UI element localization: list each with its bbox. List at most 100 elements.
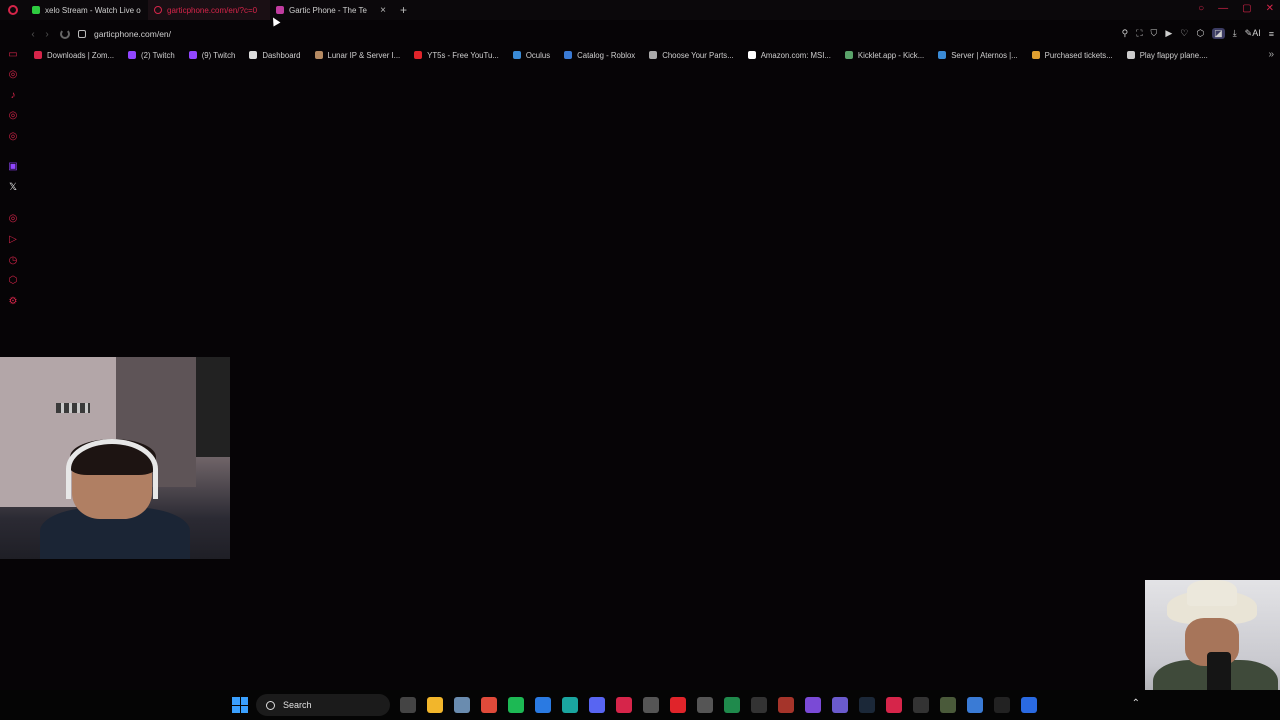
tray-chevron-icon[interactable]: ⌃	[1132, 698, 1140, 709]
opera-logo-icon[interactable]	[0, 0, 26, 20]
bookmark-favicon-icon	[1126, 51, 1135, 59]
taskbar-editor-icon[interactable]	[535, 697, 551, 713]
taskbar-widgets-icon[interactable]	[400, 697, 416, 713]
taskbar-discord-icon[interactable]	[589, 697, 605, 713]
taskbar-search[interactable]: Search	[256, 694, 390, 716]
bookmark-item[interactable]: Kicklet.app - Kick...	[844, 51, 924, 60]
bookmark-favicon-icon	[1031, 51, 1040, 59]
taskbar-app-blue-sq-icon[interactable]	[1021, 697, 1037, 713]
sidebar-music-icon[interactable]: ♪	[7, 89, 19, 101]
tab-title: garticphone.com/en/?c=0	[167, 5, 258, 15]
taskbar-chrome-icon[interactable]	[481, 697, 497, 713]
tab-bar: xelo Stream - Watch Live o garticphone.c…	[0, 0, 1280, 20]
bookmark-label: Dashboard	[262, 50, 301, 60]
taskbar-spotify-icon[interactable]	[508, 697, 524, 713]
bookmarks-more-icon[interactable]: »	[1268, 49, 1274, 60]
sidebar-extensions-icon[interactable]: ⬡	[7, 274, 19, 286]
taskbar-app-purple-icon[interactable]	[805, 697, 821, 713]
sidebar-player-2-icon[interactable]: ▷	[7, 233, 19, 245]
taskbar-app-teal-icon[interactable]	[562, 697, 578, 713]
webcam-picture-frames	[56, 403, 90, 413]
bookmark-item[interactable]: Play flappy plane....	[1126, 51, 1208, 60]
tab-garticphone-active[interactable]: garticphone.com/en/?c=0	[148, 0, 270, 20]
taskbar-excel-icon[interactable]	[724, 697, 740, 713]
snapshot-icon[interactable]: ⛶	[1136, 28, 1142, 39]
bookmark-item[interactable]: Purchased tickets...	[1031, 50, 1113, 60]
loading-icon	[154, 6, 162, 14]
aria-ai-icon[interactable]: ✎AI	[1245, 28, 1261, 39]
sidebar-history-icon[interactable]: ◷	[7, 254, 19, 266]
close-tab-icon[interactable]: ×	[380, 5, 386, 16]
sidebar-settings-icon[interactable]: ⚙	[7, 295, 19, 307]
bookmark-item[interactable]: Catalog - Roblox	[564, 51, 635, 60]
bookmark-item[interactable]: (9) Twitch	[188, 51, 235, 60]
bookmark-label: Purchased tickets...	[1044, 50, 1113, 60]
windows-start-icon[interactable]	[232, 697, 248, 713]
address-bar: ‹ › garticphone.com/en/ ⚲ ⛶ ⛉ ▶ ♡ ⬡ ◪ ⤓ …	[26, 24, 1280, 44]
sidebar-x-icon[interactable]: 𝕏	[7, 181, 19, 193]
taskbar-app-red-icon[interactable]	[778, 697, 794, 713]
bookmark-item[interactable]: Oculus	[512, 51, 550, 60]
bookmark-item[interactable]: Choose Your Parts...	[649, 51, 734, 60]
taskbar-steam-icon[interactable]	[859, 697, 875, 713]
bookmark-item[interactable]: YT5s - Free YouTu...	[414, 51, 499, 60]
tab-gartic-phone[interactable]: Gartic Phone - The Te ×	[270, 0, 392, 20]
sidebar-instagram-icon[interactable]: ◎	[7, 212, 19, 224]
bookmark-favicon-icon	[938, 51, 947, 59]
extension-icon[interactable]: ◪	[1212, 28, 1225, 39]
close-window-icon[interactable]: ✕	[1266, 3, 1274, 14]
taskbar-file-explorer-icon[interactable]	[427, 697, 443, 713]
download-icon[interactable]: ⤓	[1233, 28, 1237, 39]
play-icon[interactable]: ▶	[1165, 28, 1172, 39]
tab-xelo[interactable]: xelo Stream - Watch Live o	[26, 0, 148, 20]
taskbar-app-blue-circle-icon[interactable]	[967, 697, 983, 713]
bookmark-item[interactable]: Lunar IP & Server I...	[314, 51, 400, 60]
taskbar-media-player-icon[interactable]	[616, 697, 632, 713]
maximize-icon[interactable]: ▢	[1242, 3, 1251, 14]
taskbar-app-green-icon[interactable]	[940, 697, 956, 713]
stop-loading-icon[interactable]	[60, 29, 70, 39]
back-icon[interactable]: ‹	[26, 29, 40, 40]
sidebar-gx-control-icon[interactable]: ▭	[7, 48, 19, 60]
heart-icon[interactable]: ♡	[1180, 28, 1188, 39]
sidebar-player-icon[interactable]: ◎	[7, 109, 19, 121]
bookmark-item[interactable]: Dashboard	[249, 50, 301, 60]
screen: xelo Stream - Watch Live o garticphone.c…	[0, 0, 1280, 720]
bookmark-icon[interactable]: ⚲	[1122, 28, 1129, 39]
taskbar-gamepad-icon[interactable]	[832, 697, 848, 713]
cube-icon[interactable]: ⬡	[1196, 28, 1204, 39]
sidebar-twitch-icon[interactable]: ▣	[7, 160, 19, 172]
taskbar-photos-icon[interactable]	[454, 697, 470, 713]
bookmark-item[interactable]: Amazon.com: MSI...	[747, 51, 831, 60]
taskbar-atom-icon[interactable]	[697, 697, 713, 713]
bookmark-item[interactable]: Server | Aternos |...	[938, 51, 1018, 60]
taskbar-tiktok-icon[interactable]	[994, 697, 1010, 713]
webcam-overlay-streamer	[0, 357, 230, 559]
bookmark-item[interactable]: (2) Twitch	[128, 51, 175, 60]
bookmark-label: (2) Twitch	[141, 50, 175, 60]
bookmark-favicon-icon	[564, 51, 573, 59]
taskbar-app-g-icon[interactable]	[913, 697, 929, 713]
taskbar-youtube-icon[interactable]	[670, 697, 686, 713]
shield-icon[interactable]: ⛉	[1151, 28, 1158, 39]
forward-icon[interactable]: ›	[40, 29, 54, 40]
bookmark-item[interactable]: Downloads | Zom...	[34, 51, 114, 60]
lock-icon[interactable]	[78, 30, 86, 38]
headset-icon	[66, 439, 158, 499]
bookmarks-bar: Downloads | Zom... (2) Twitch (9) Twitch Da…	[26, 47, 1280, 63]
minimize-icon[interactable]: —	[1218, 3, 1228, 14]
toolbar-icons: ⚲ ⛶ ⛉ ▶ ♡ ⬡ ◪ ⤓ ✎AI ≡	[1122, 28, 1274, 39]
url-field[interactable]: garticphone.com/en/	[94, 29, 171, 39]
new-tab-button[interactable]: +	[400, 3, 407, 17]
taskbar-calculator-icon[interactable]	[643, 697, 659, 713]
bookmark-favicon-icon	[128, 51, 137, 59]
gartic-icon	[276, 6, 284, 14]
taskbar-opera-gx-icon[interactable]	[886, 697, 902, 713]
search-tabs-icon[interactable]: ○	[1198, 3, 1204, 14]
sidebar-social-icon[interactable]: ◎	[7, 130, 19, 142]
search-icon	[266, 700, 275, 710]
tab-title: xelo Stream - Watch Live o	[45, 5, 141, 15]
menu-icon[interactable]: ≡	[1269, 29, 1274, 39]
taskbar-ez-app-icon[interactable]	[751, 697, 767, 713]
sidebar-gx-corner-icon[interactable]: ◎	[7, 68, 19, 80]
